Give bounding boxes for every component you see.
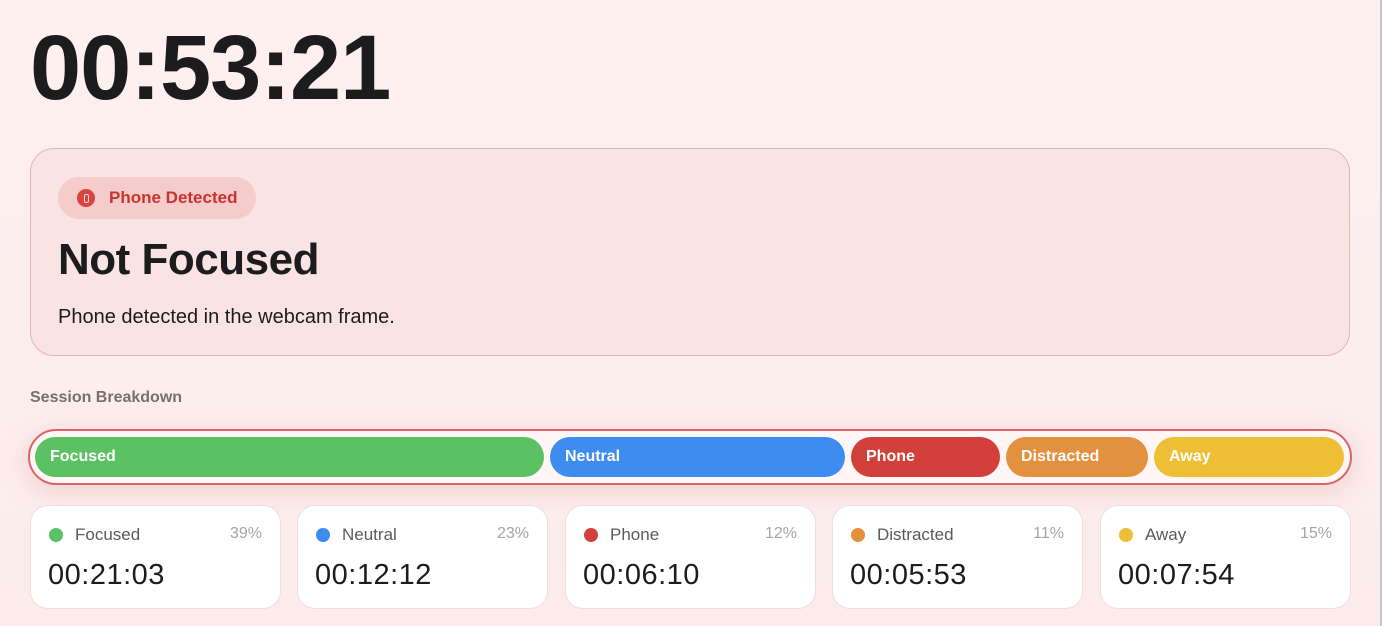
stat-percent: 15% [1299,525,1332,542]
stat-card-away: Away 15% 00:07:54 [1100,505,1351,609]
session-timer: 00:53:21 [30,17,391,119]
stat-name: Phone [610,525,660,544]
stat-percent: 39% [229,525,262,542]
segment-away: Away [1154,437,1344,477]
stat-time: 00:12:12 [315,559,432,591]
stat-time: 00:07:54 [1118,559,1235,591]
stat-percent: 23% [496,525,529,542]
stat-name: Neutral [342,525,397,544]
status-dot [584,528,598,542]
stat-name: Distracted [877,525,954,544]
status-dot [316,528,330,542]
status-dot [851,528,865,542]
stat-time: 00:05:53 [850,559,967,591]
stat-card-phone: Phone 12% 00:06:10 [565,505,816,609]
session-breakdown-bar: Focused Neutral Phone Distracted Away [28,429,1352,485]
status-title: Not Focused [58,235,319,284]
stat-name: Away [1145,525,1187,544]
segment-focused: Focused [35,437,544,477]
stat-name: Focused [75,525,141,544]
stat-card-focused: Focused 39% 00:21:03 [30,505,281,609]
stat-percent: 11% [1033,525,1064,542]
segment-neutral: Neutral [550,437,845,477]
stat-time: 00:21:03 [48,559,165,591]
section-label: Session Breakdown [30,389,183,406]
focus-tracker-page: 00:53:21 Phone Detected Not Focused Phon… [0,0,1382,626]
stat-time: 00:06:10 [583,559,700,591]
status-dot [49,528,63,542]
segment-phone: Phone [851,437,1000,477]
stat-card-distracted: Distracted 11% 00:05:53 [832,505,1083,609]
focus-status-card: Phone Detected Not Focused Phone detecte… [30,148,1350,356]
status-dot [1119,528,1133,542]
status-description: Phone detected in the webcam frame. [58,306,395,328]
status-badge-label: Phone Detected [109,188,238,207]
segment-distracted: Distracted [1006,437,1148,477]
phone-icon [77,189,95,207]
status-badge: Phone Detected [58,177,257,219]
stat-card-neutral: Neutral 23% 00:12:12 [297,505,548,609]
stat-percent: 12% [764,525,797,542]
